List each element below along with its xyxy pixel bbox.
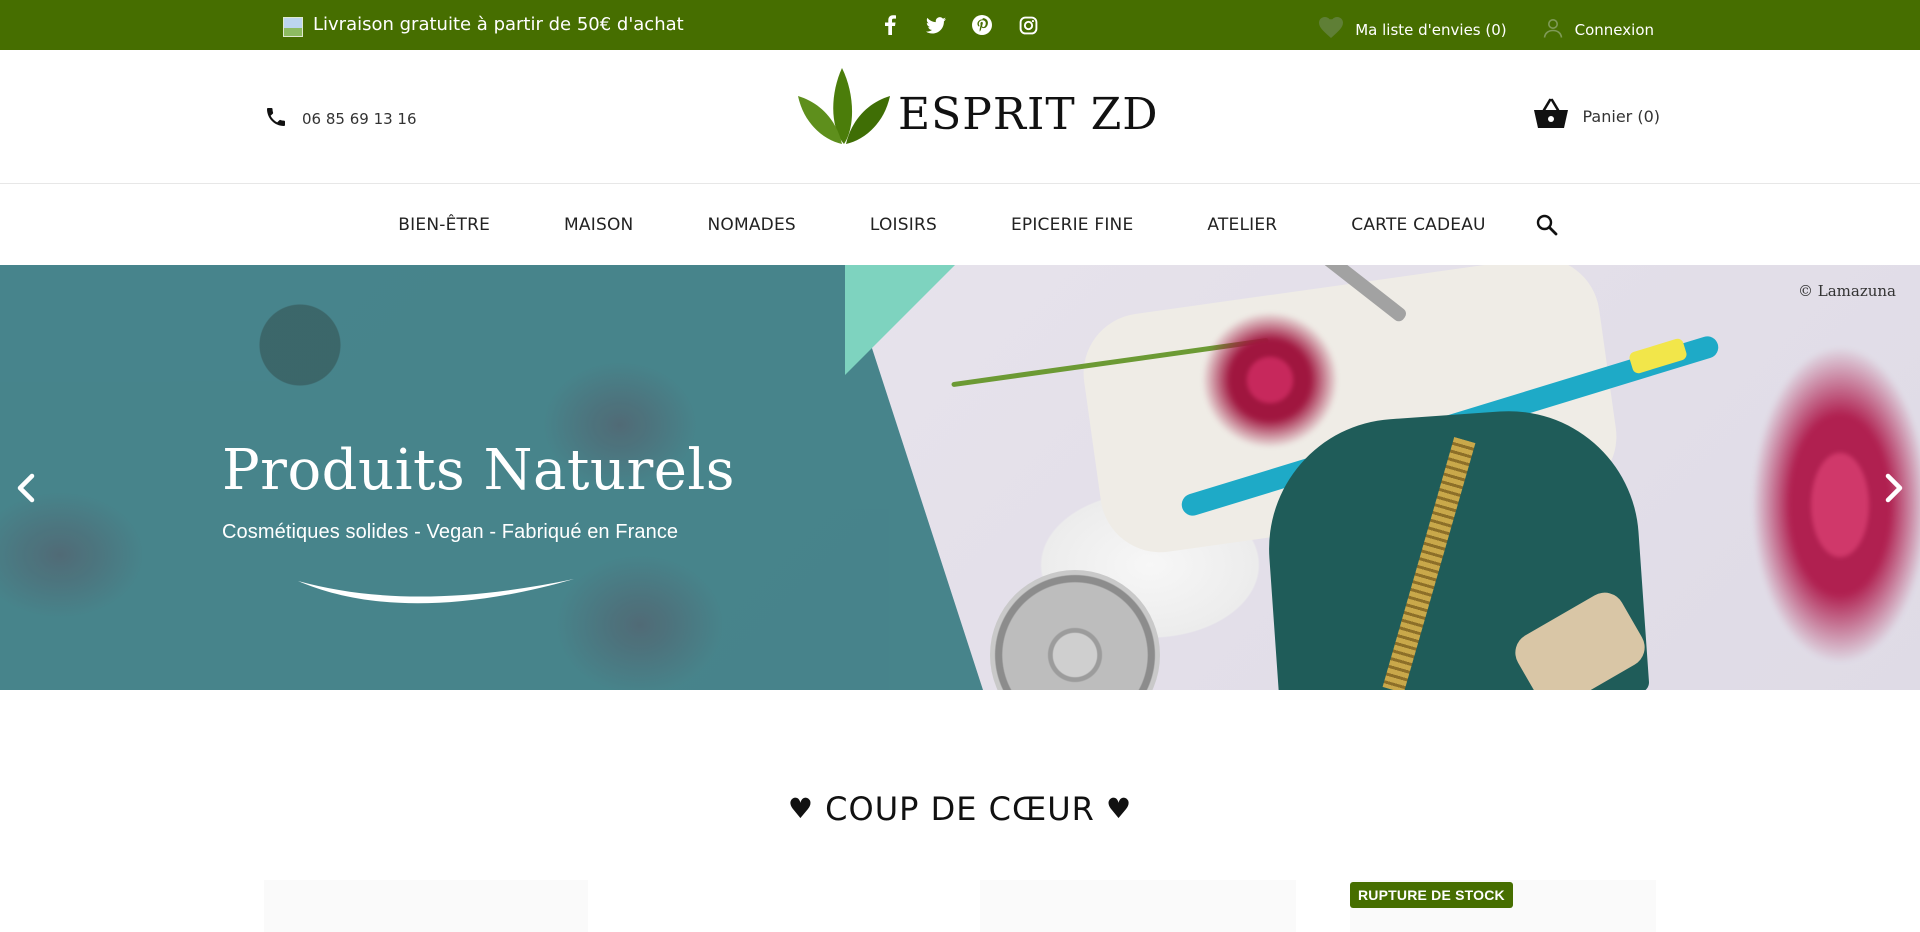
section-title-text: COUP DE CŒUR: [825, 790, 1095, 828]
nav-item-maison[interactable]: MAISON: [564, 215, 633, 235]
promo-banner: Livraison gratuite à partir de 50€ d'ach…: [283, 14, 684, 37]
instagram-icon[interactable]: [1018, 15, 1038, 35]
heart-icon-left: ♥: [787, 792, 814, 825]
nav-item-epicerie-fine[interactable]: EPICERIE FINE: [1011, 215, 1133, 235]
wishlist-link[interactable]: Ma liste d'envies (0): [1319, 17, 1507, 42]
login-link[interactable]: Connexion: [1543, 18, 1654, 42]
top-bar: Livraison gratuite à partir de 50€ d'ach…: [0, 0, 1920, 50]
nav-item-loisirs[interactable]: LOISIRS: [870, 215, 937, 235]
swoosh-decoration: [298, 579, 574, 604]
heart-icon-right: ♥: [1106, 792, 1133, 825]
out-of-stock-badge: RUPTURE DE STOCK: [1350, 882, 1513, 908]
basket-icon: [1533, 98, 1569, 134]
site-header: 06 85 69 13 16 ESPRIT ZD Panier (0): [0, 50, 1920, 184]
hero-slider[interactable]: Produits Naturels Cosmétiques solides - …: [0, 265, 1920, 690]
wishlist-label: Ma liste d'envies (0): [1355, 20, 1507, 39]
product-card[interactable]: [980, 880, 1296, 932]
product-card[interactable]: [264, 880, 588, 932]
cart-label: Panier (0): [1582, 106, 1661, 126]
photo-credit: © Lamazuna: [1797, 282, 1896, 300]
slider-next-button[interactable]: [1874, 470, 1914, 510]
login-label: Connexion: [1574, 20, 1654, 39]
hero-caption: Produits Naturels Cosmétiques solides - …: [222, 443, 735, 544]
social-links: [880, 15, 1038, 35]
chevron-left-icon: [15, 473, 37, 507]
promo-text: Livraison gratuite à partir de 50€ d'ach…: [313, 14, 684, 35]
nav-list: BIEN-ÊTRE MAISON NOMADES LOISIRS EPICERI…: [361, 215, 1522, 235]
nav-item-carte-cadeau[interactable]: CARTE CADEAU: [1351, 215, 1485, 235]
chevron-right-icon: [1883, 473, 1905, 507]
pinterest-icon[interactable]: [972, 15, 992, 35]
cart-link[interactable]: Panier (0): [1533, 98, 1661, 134]
facebook-icon[interactable]: [880, 15, 900, 35]
phone-contact[interactable]: 06 85 69 13 16: [264, 105, 417, 133]
leaf-logo-icon: [796, 64, 892, 150]
logo-wordmark: ESPRIT ZD: [898, 88, 1159, 140]
nav-item-nomades[interactable]: NOMADES: [707, 215, 795, 235]
image-icon: [283, 16, 303, 37]
phone-icon: [264, 105, 288, 133]
flowers-shape: [1195, 295, 1345, 465]
nav-item-atelier[interactable]: ATELIER: [1207, 215, 1277, 235]
slider-prev-button[interactable]: [6, 470, 46, 510]
site-logo[interactable]: ESPRIT ZD: [796, 64, 1159, 150]
hero-title: Produits Naturels: [222, 438, 736, 503]
user-icon: [1543, 18, 1563, 42]
heart-icon: [1319, 17, 1344, 42]
phone-number: 06 85 69 13 16: [302, 110, 417, 128]
main-nav: BIEN-ÊTRE MAISON NOMADES LOISIRS EPICERI…: [0, 184, 1920, 265]
nav-item-bien-etre[interactable]: BIEN-ÊTRE: [398, 215, 490, 235]
hero-subtitle: Cosmétiques solides - Vegan - Fabriqué e…: [222, 521, 679, 543]
twitter-icon[interactable]: [926, 15, 946, 35]
section-heading: ♥ COUP DE CŒUR ♥: [0, 790, 1920, 828]
search-icon[interactable]: [1535, 213, 1559, 237]
account-links: Ma liste d'envies (0) Connexion: [1319, 17, 1654, 42]
